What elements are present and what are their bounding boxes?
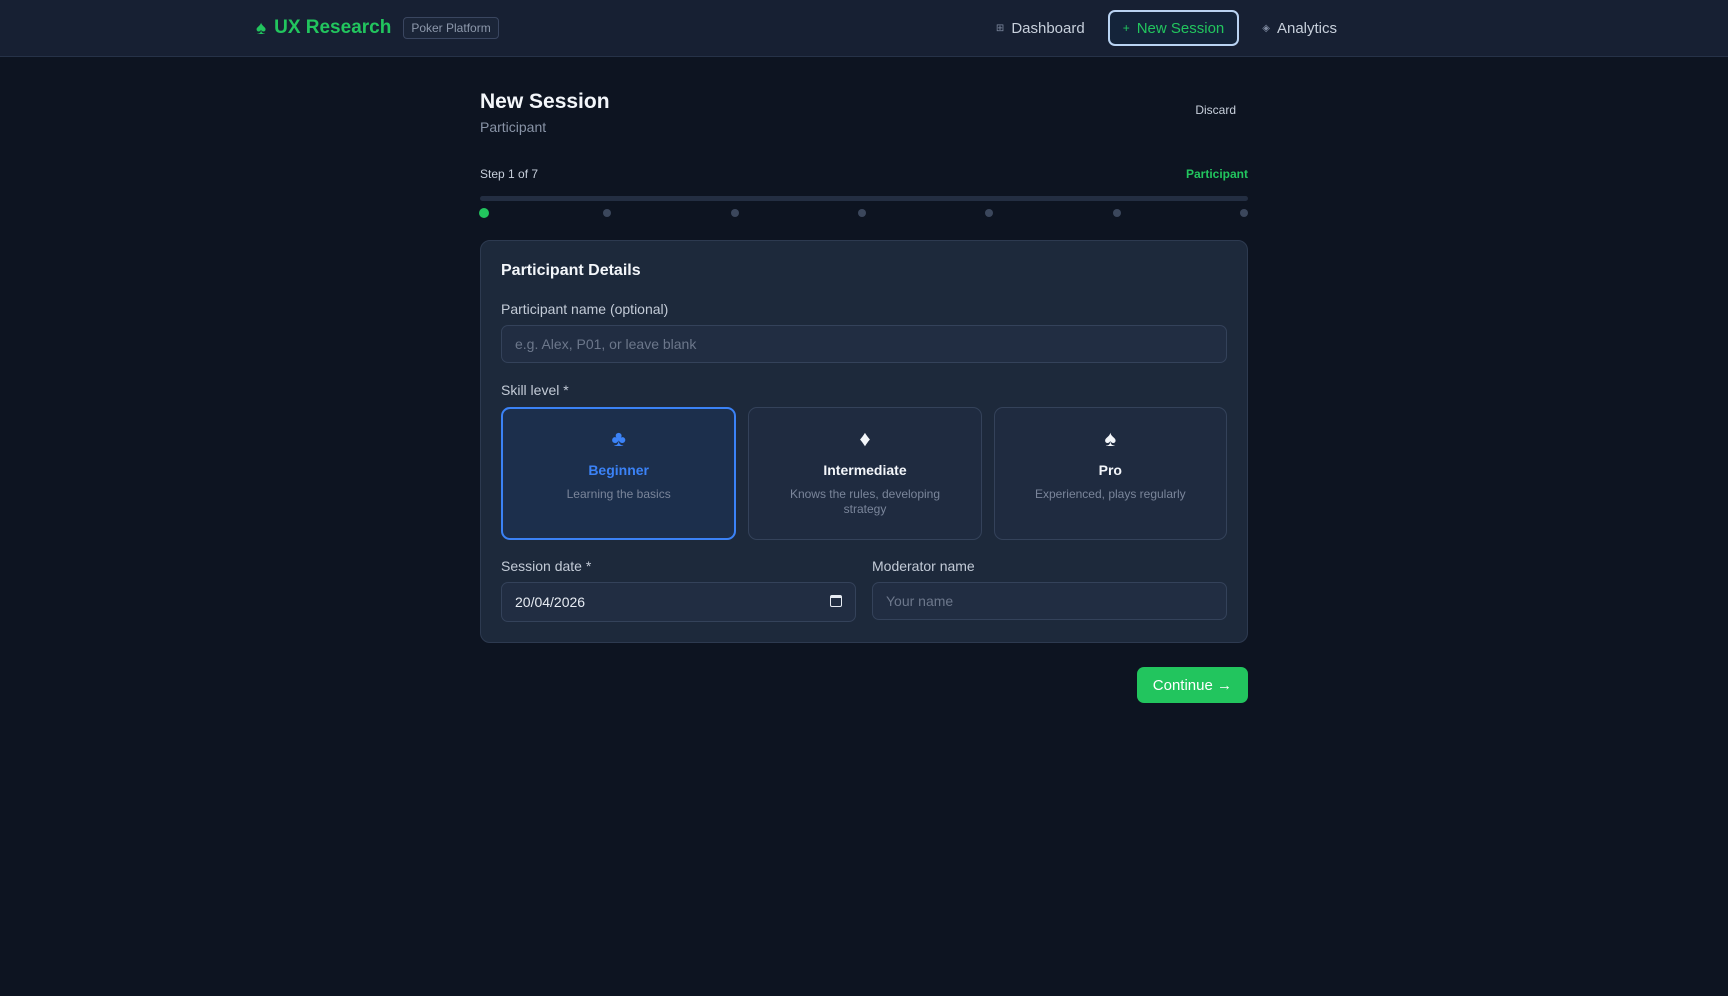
participant-details-card: Participant Details Participant name (op… [480,240,1248,643]
step-indicator: Step 1 of 7 Participant [480,167,1248,187]
skill-option-pro[interactable]: ♠ Pro Experienced, plays regularly [993,407,1227,540]
moderator-name-input[interactable] [872,582,1227,620]
session-date-input[interactable] [501,582,856,622]
plus-icon: + [1122,21,1130,35]
session-date-group: Session date * [501,558,856,622]
date-moderator-row: Session date * Moderator name [501,558,1227,622]
skill-name: Intermediate [823,462,907,478]
session-date-label: Session date * [501,558,592,574]
session-date-wrapper [501,574,856,622]
step-name: Participant [1185,167,1248,181]
continue-button[interactable]: Continue → [1136,667,1248,703]
skill-description: Knows the rules, developing strategy [789,487,941,516]
discard-button[interactable]: Discard [1183,99,1248,121]
participant-name-label: Participant name (optional) [501,301,669,317]
form-actions: Continue → [480,667,1248,727]
skill-level-options: ♣ Beginner Learning the basics ♦ Interme… [501,407,1227,540]
grid-icon: ⊞ [995,22,1005,34]
progress-track [480,196,1248,201]
step-dot [603,209,612,217]
skill-description: Learning the basics [566,487,671,501]
page-subtitle: Participant [480,119,547,135]
calendar-icon[interactable] [830,595,842,607]
nav-item-label: Analytics [1276,19,1337,37]
main-content: New Session Participant Discard Step 1 o… [479,57,1248,727]
page-title: New Session [480,90,610,113]
skill-name: Beginner [588,462,649,478]
main-nav: ⊞ Dashboard + New Session ◈ Analytics [981,10,1352,46]
nav-item-analytics[interactable]: ◈ Analytics [1247,10,1352,46]
card-title: Participant Details [501,262,641,279]
moderator-group: Moderator name [872,558,1227,622]
spade-icon: ♠ [256,17,267,39]
participant-name-input[interactable] [501,325,1227,363]
nav-item-dashboard[interactable]: ⊞ Dashboard [981,10,1100,46]
nav-item-new-session[interactable]: + New Session [1107,10,1240,46]
nav-item-label: New Session [1136,19,1225,37]
step-dot [730,209,739,217]
top-navigation-bar: ♠ UX Research Poker Platform ⊞ Dashboard… [0,0,1728,57]
skill-option-intermediate[interactable]: ♦ Intermediate Knows the rules, developi… [748,407,982,540]
step-dot [1112,209,1121,217]
brand[interactable]: ♠ UX Research Poker Platform [256,0,499,56]
page-header: New Session Participant Discard [480,57,1248,167]
spade-icon: ♠ [1104,426,1117,451]
moderator-name-label: Moderator name [872,558,975,574]
brand-badge: Poker Platform [403,17,499,39]
skill-description: Experienced, plays regularly [1034,487,1186,501]
club-icon: ♣ [611,426,626,451]
diamond-icon: ♦ [859,426,871,451]
step-dot [985,209,994,217]
step-dot [479,208,489,218]
diamond-icon: ◈ [1262,22,1270,34]
step-dot [858,209,866,217]
step-dots [479,208,1248,218]
step-count: Step 1 of 7 [480,167,539,181]
step-dot [1240,209,1248,217]
brand-name: UX Research [274,17,392,38]
nav-item-label: Dashboard [1011,19,1085,37]
skill-name: Pro [1098,462,1122,478]
skill-option-beginner[interactable]: ♣ Beginner Learning the basics [501,407,737,540]
skill-level-label: Skill level * [501,382,569,398]
